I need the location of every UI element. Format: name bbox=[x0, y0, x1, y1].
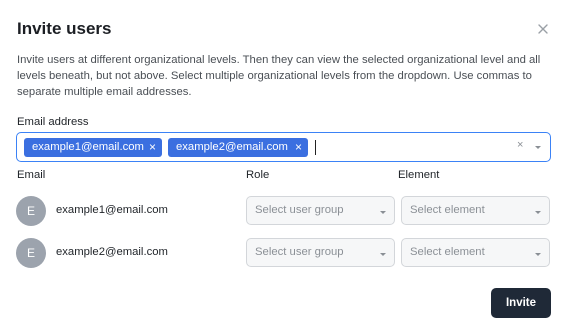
invite-button[interactable]: Invite bbox=[491, 288, 551, 318]
column-header-email: Email bbox=[17, 169, 46, 181]
role-select-placeholder: Select user group bbox=[255, 246, 344, 258]
email-address-input[interactable]: example1@email.com × example2@email.com … bbox=[16, 132, 551, 162]
close-icon[interactable] bbox=[534, 20, 552, 38]
chip-remove-icon[interactable]: × bbox=[295, 138, 302, 157]
row-email: example2@email.com bbox=[56, 246, 168, 258]
email-chip-label: example1@email.com bbox=[32, 141, 144, 153]
chevron-down-icon bbox=[380, 253, 386, 256]
row-email: example1@email.com bbox=[56, 204, 168, 216]
avatar: E bbox=[16, 238, 46, 268]
column-header-element: Element bbox=[398, 169, 440, 181]
email-chip: example1@email.com × bbox=[24, 138, 162, 157]
dialog-description: Invite users at different organizational… bbox=[17, 54, 541, 98]
role-select[interactable]: Select user group bbox=[246, 238, 395, 267]
invite-users-dialog: Invite users Invite users at different o… bbox=[0, 0, 567, 334]
dialog-title: Invite users bbox=[17, 19, 112, 38]
column-header-role: Role bbox=[246, 169, 270, 181]
chevron-down-icon[interactable] bbox=[533, 139, 543, 155]
clear-all-icon[interactable]: × bbox=[517, 139, 523, 151]
invite-row: E example2@email.com Select user group S… bbox=[0, 236, 567, 270]
element-select-placeholder: Select element bbox=[410, 246, 485, 258]
invite-row: E example1@email.com Select user group S… bbox=[0, 194, 567, 228]
chevron-down-icon bbox=[535, 211, 541, 214]
chevron-down-icon bbox=[380, 211, 386, 214]
role-select-placeholder: Select user group bbox=[255, 204, 344, 216]
email-chip-label: example2@email.com bbox=[176, 141, 288, 153]
element-select-placeholder: Select element bbox=[410, 204, 485, 216]
chevron-down-icon bbox=[535, 253, 541, 256]
text-caret bbox=[315, 140, 316, 155]
element-select[interactable]: Select element bbox=[401, 196, 550, 225]
element-select[interactable]: Select element bbox=[401, 238, 550, 267]
email-chip: example2@email.com × bbox=[168, 138, 308, 157]
chip-remove-icon[interactable]: × bbox=[149, 138, 156, 157]
email-address-label: Email address bbox=[17, 116, 89, 128]
avatar: E bbox=[16, 196, 46, 226]
role-select[interactable]: Select user group bbox=[246, 196, 395, 225]
